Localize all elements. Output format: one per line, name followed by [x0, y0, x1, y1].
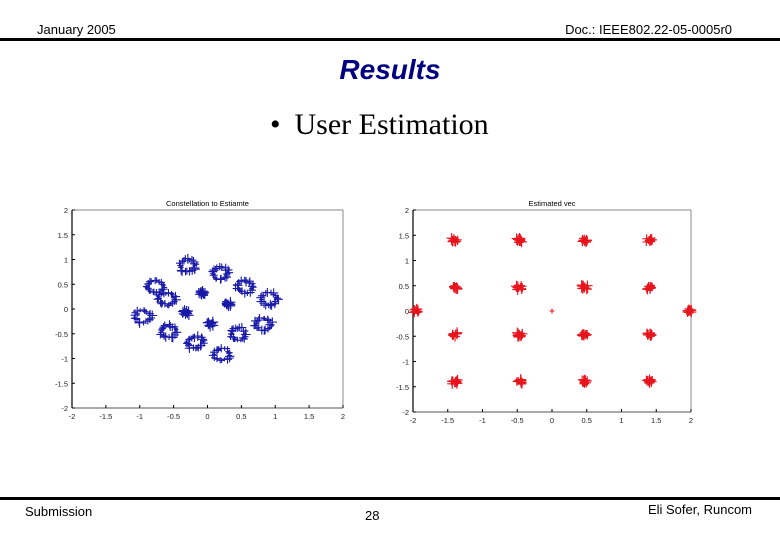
- y-tick-label: -2: [61, 404, 68, 413]
- x-tick-label: -1: [479, 416, 486, 425]
- y-tick-label: 0: [64, 305, 68, 314]
- y-tick-label: -2: [402, 408, 409, 417]
- data-point: [138, 308, 143, 313]
- x-tick-label: 1: [619, 416, 623, 425]
- footer-divider: [0, 497, 780, 500]
- x-tick-label: 0: [550, 416, 554, 425]
- y-tick-label: -0.5: [396, 332, 409, 341]
- x-tick-label: -1.5: [99, 412, 112, 421]
- y-tick-label: 1: [405, 257, 409, 266]
- data-point: [265, 320, 275, 330]
- y-tick-label: 1: [64, 256, 68, 265]
- constellation-plot: Constellation to Estiamte -2 -1.5 -1 -0.5 0 0.…: [55, 199, 345, 421]
- y-tick-label: 0: [405, 307, 409, 316]
- bullet-text: User Estimation: [294, 108, 489, 141]
- x-tick-label: -2: [69, 412, 76, 421]
- slide-title: Results: [339, 54, 441, 85]
- y-tick-label: 1.5: [58, 231, 68, 240]
- y-tick-label: -0.5: [55, 330, 68, 339]
- chart-title: Estimated vec: [528, 199, 575, 208]
- x-tick-label: -0.5: [167, 412, 180, 421]
- x-tick-label: -2: [410, 416, 417, 425]
- x-tick-label: 0: [205, 412, 209, 421]
- y-tick-label: -1.5: [55, 379, 68, 388]
- header-date: January 2005: [37, 22, 116, 37]
- footer-submission: Submission: [25, 504, 93, 519]
- estimated-vec-plot: Estimated vec -2 -1.5 -1 -0.5 0 0.5 1 1.5 2 2 1.5 1 0…: [396, 199, 697, 425]
- y-tick-label: -1: [61, 355, 68, 364]
- x-tick-label: 0.5: [236, 412, 246, 421]
- data-series: [130, 253, 283, 364]
- header-doc-id: Doc.: IEEE802.22-05-0005r0: [565, 22, 732, 37]
- x-tick-label: 0.5: [582, 416, 592, 425]
- y-tick-label: 0.5: [399, 282, 409, 291]
- x-tick-label: -0.5: [511, 416, 524, 425]
- data-point: [165, 321, 175, 331]
- y-tick-label: -1.5: [396, 383, 409, 392]
- y-tick-label: 2: [405, 206, 409, 215]
- x-tick-label: -1.5: [441, 416, 454, 425]
- data-point: [549, 308, 555, 314]
- x-tick-label: 2: [341, 412, 345, 421]
- data-point: [176, 266, 186, 275]
- bullet-item: • User Estimation: [270, 108, 489, 142]
- y-tick-label: 2: [64, 206, 68, 215]
- x-tick-label: 2: [689, 416, 693, 425]
- page-number: 28: [365, 508, 380, 523]
- data-point: [151, 276, 159, 285]
- y-tick-label: 0.5: [58, 280, 68, 289]
- data-point: [215, 346, 222, 353]
- x-tick-label: 1: [273, 412, 277, 421]
- y-tick-label: -1: [402, 358, 409, 367]
- x-tick-label: -1: [136, 412, 143, 421]
- footer-author: Eli Sofer, Runcom: [647, 502, 752, 517]
- bullet-marker: •: [270, 108, 281, 141]
- header-divider: [0, 38, 780, 41]
- y-tick-label: 1.5: [399, 231, 409, 240]
- x-tick-label: 1.5: [304, 412, 314, 421]
- chart-title: Constellation to Estiamte: [166, 199, 249, 208]
- data-series: [408, 232, 697, 389]
- data-point: [216, 274, 226, 283]
- x-tick-label: 1.5: [651, 416, 661, 425]
